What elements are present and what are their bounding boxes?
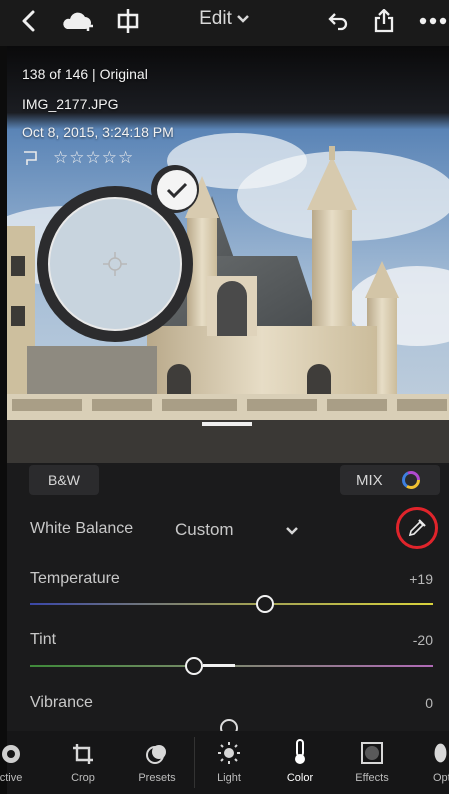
photo-datetime: Oct 8, 2015, 3:24:18 PM (22, 124, 174, 140)
white-balance-value[interactable]: Custom (175, 520, 234, 540)
tool-label: Opt (433, 772, 449, 784)
tool-effects[interactable]: Effects (342, 731, 402, 794)
slider-track-temperature[interactable] (30, 603, 433, 605)
bottom-toolbar: ctive Crop Presets Light Color Effects O… (0, 731, 449, 794)
effects-icon (342, 731, 402, 765)
presets-icon (127, 731, 187, 765)
more-icon[interactable] (418, 6, 449, 36)
photo-filename: IMG_2177.JPG (22, 96, 119, 112)
color-panel: B&W MIX White Balance Custom Temperature… (7, 463, 449, 731)
perspective-icon (0, 731, 41, 765)
tool-color[interactable]: Color (270, 731, 330, 794)
crop-icon (53, 731, 113, 765)
tool-label: Light (217, 772, 241, 784)
tool-perspective[interactable]: ctive (0, 731, 41, 794)
bw-button[interactable]: B&W (29, 465, 99, 495)
tool-label: Crop (71, 772, 95, 784)
tool-label: Color (286, 772, 314, 784)
color-wheel-icon (401, 470, 421, 490)
top-bar: Edit (0, 0, 449, 46)
slider-value-tint: -20 (412, 632, 433, 648)
eyedropper-button[interactable] (396, 507, 438, 549)
undo-icon[interactable] (324, 6, 352, 36)
chevron-down-icon (236, 8, 250, 30)
eyedropper-icon (407, 518, 427, 538)
crosshair-icon (103, 252, 127, 281)
slider-label-tint: Tint (30, 631, 57, 648)
white-balance-label: White Balance (30, 520, 134, 537)
slider-thumb-temperature[interactable] (256, 595, 274, 613)
slider-fill-tint (203, 664, 235, 667)
page-title: Edit (199, 8, 232, 29)
slider-label-temperature: Temperature (30, 570, 120, 587)
white-balance-dropdown-icon[interactable] (285, 523, 299, 541)
tool-presets[interactable]: Presets (127, 731, 187, 794)
sun-icon (199, 731, 259, 765)
toolbar-divider (194, 737, 195, 788)
slider-label-vibrance: Vibrance (30, 694, 93, 711)
tool-light[interactable]: Light (199, 731, 259, 794)
photo-position: 138 of 146 | Original (22, 66, 148, 82)
tool-optics[interactable]: Opt (412, 731, 449, 794)
tool-label: ctive (0, 772, 23, 784)
tool-crop[interactable]: Crop (53, 731, 113, 794)
photo-canvas[interactable]: 138 of 146 | Original IMG_2177.JPG Oct 8… (7, 46, 449, 463)
left-edge (0, 46, 7, 794)
tool-label: Presets (138, 772, 176, 784)
slider-value-vibrance: 0 (425, 695, 433, 711)
slider-thumb-tint[interactable] (185, 657, 203, 675)
check-icon[interactable] (157, 170, 197, 210)
thermometer-icon (270, 731, 330, 765)
slider-thumb-vibrance[interactable] (220, 719, 242, 731)
tool-label: Effects (355, 772, 389, 784)
share-icon[interactable] (370, 6, 398, 36)
mix-label: MIX (356, 471, 383, 489)
optics-icon (412, 731, 449, 765)
mix-button[interactable]: MIX (340, 465, 440, 495)
slider-value-temperature: +19 (409, 571, 433, 587)
